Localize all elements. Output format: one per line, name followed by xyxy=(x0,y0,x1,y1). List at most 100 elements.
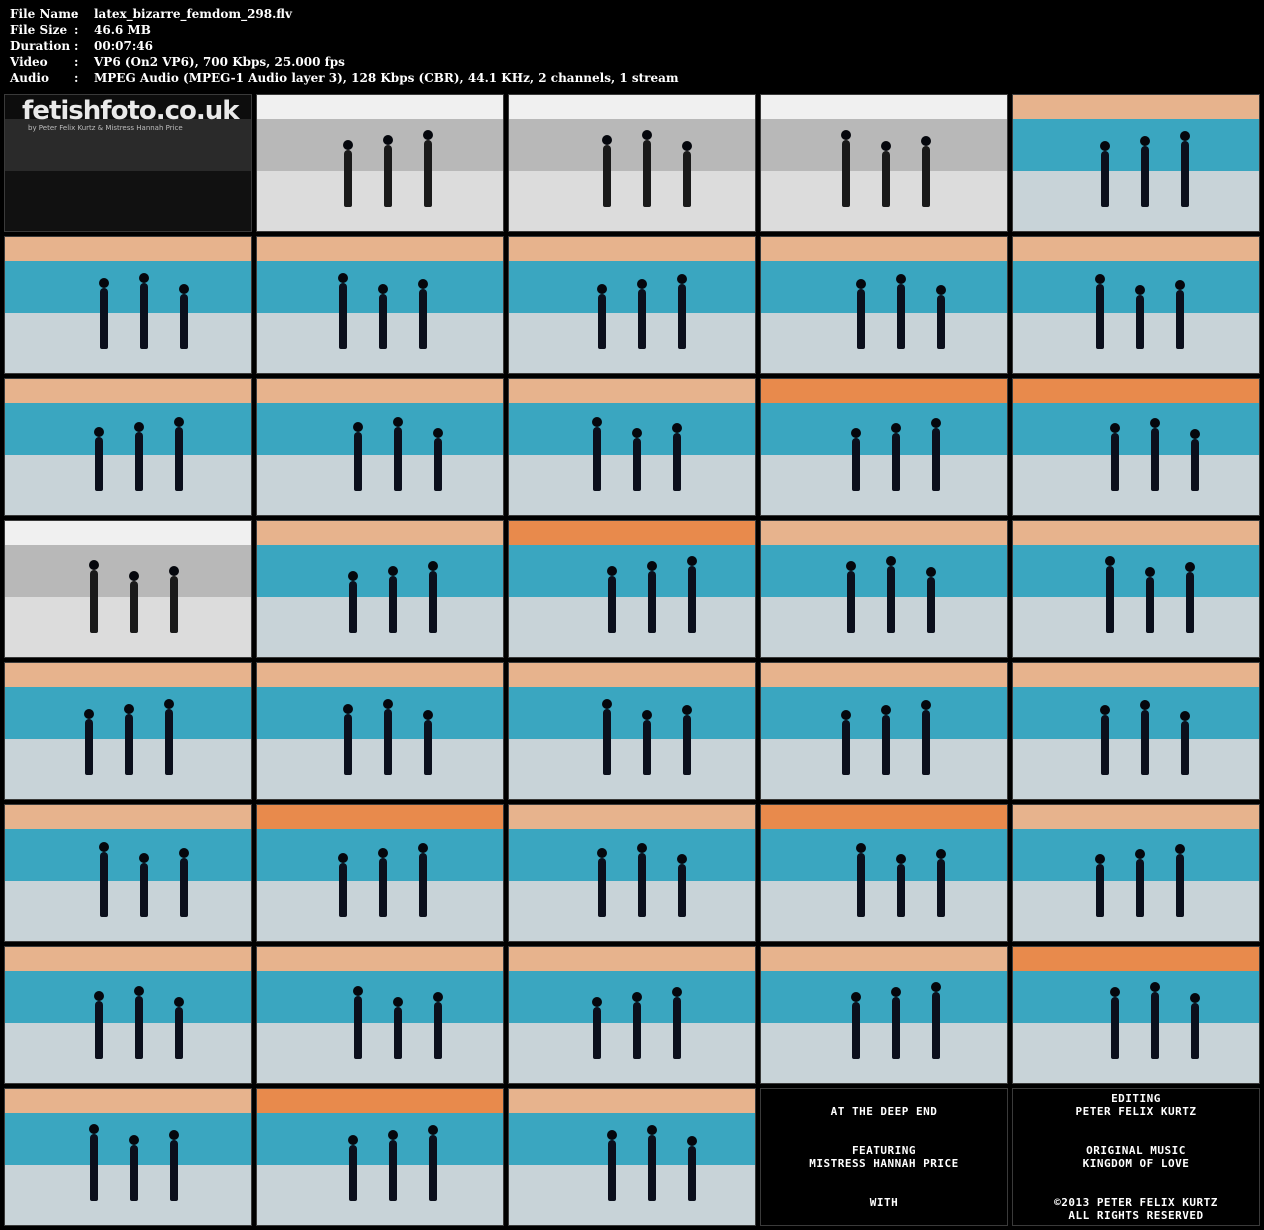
video-thumbnail xyxy=(256,520,504,658)
figure-silhouette xyxy=(926,566,936,633)
scene-region xyxy=(509,829,755,884)
video-thumbnail xyxy=(760,946,1008,1084)
figure-silhouette xyxy=(921,699,931,775)
figure-silhouette xyxy=(896,273,906,349)
figure-silhouette xyxy=(597,283,607,349)
figure-silhouette xyxy=(1150,417,1160,491)
scene-region xyxy=(1013,455,1259,515)
video-thumbnail xyxy=(508,236,756,374)
video-thumbnail xyxy=(760,520,1008,658)
scene-region xyxy=(257,687,503,742)
title-card-line: MISTRESS HANNAH PRICE xyxy=(809,1157,959,1170)
scene-region xyxy=(1013,171,1259,231)
video-thumbnail xyxy=(256,1088,504,1226)
figure-silhouette xyxy=(353,985,363,1059)
thumbnail-grid: AT THE DEEP END FEATURING MISTRESS HANNAH … xyxy=(0,0,1264,1230)
figure-silhouette xyxy=(338,272,348,349)
figure-silhouette xyxy=(592,416,602,491)
figure-silhouette xyxy=(1190,428,1200,491)
figure-silhouette xyxy=(1175,279,1185,349)
title-card-line: AT THE DEEP END xyxy=(830,1105,938,1118)
figure-silhouette xyxy=(647,1124,657,1201)
figure-silhouette xyxy=(1175,843,1185,917)
video-thumbnail xyxy=(1012,94,1260,232)
figure-silhouette xyxy=(1140,135,1150,207)
scene-region xyxy=(1013,545,1259,600)
title-card-line: FEATURING xyxy=(851,1144,917,1157)
figure-silhouette xyxy=(139,272,149,349)
figure-silhouette xyxy=(99,277,109,349)
figure-silhouette xyxy=(179,283,189,349)
figure-silhouette xyxy=(1100,140,1110,207)
title-card-line: ©2013 PETER FELIX KURTZ xyxy=(1054,1196,1218,1209)
figure-silhouette xyxy=(607,1129,617,1201)
scene-region xyxy=(509,119,755,174)
figure-silhouette xyxy=(134,421,144,491)
figure-silhouette xyxy=(129,1134,139,1201)
scene-region xyxy=(761,313,1007,373)
video-thumbnail xyxy=(4,520,252,658)
figure-silhouette xyxy=(348,570,358,633)
video-thumbnail xyxy=(256,804,504,942)
figure-silhouette xyxy=(1190,992,1200,1059)
video-thumbnail xyxy=(760,662,1008,800)
figure-silhouette xyxy=(164,698,174,775)
figure-silhouette xyxy=(89,1123,99,1201)
figure-silhouette xyxy=(637,278,647,349)
figure-silhouette xyxy=(423,129,433,207)
figure-silhouette xyxy=(383,698,393,775)
scene-region xyxy=(257,597,503,657)
scene-region xyxy=(5,403,251,458)
figure-silhouette xyxy=(84,708,94,775)
figure-silhouette xyxy=(378,283,388,349)
scene-region xyxy=(509,313,755,373)
scene-region xyxy=(257,739,503,799)
figure-silhouette xyxy=(338,852,348,917)
scene-region xyxy=(257,403,503,458)
scene-region xyxy=(5,881,251,941)
figure-silhouette xyxy=(672,986,682,1059)
figure-silhouette xyxy=(1140,699,1150,775)
figure-silhouette xyxy=(94,426,104,491)
scene-region xyxy=(257,545,503,600)
figure-silhouette xyxy=(129,570,139,633)
figure-silhouette xyxy=(174,996,184,1059)
figure-silhouette xyxy=(348,1134,358,1201)
video-thumbnail xyxy=(4,236,252,374)
figure-silhouette xyxy=(124,703,134,775)
scene-region xyxy=(1013,1023,1259,1083)
figure-silhouette xyxy=(931,981,941,1059)
scene-region xyxy=(257,1165,503,1225)
figure-silhouette xyxy=(393,416,403,491)
figure-silhouette xyxy=(637,842,647,917)
figure-silhouette xyxy=(1150,981,1160,1059)
figure-silhouette xyxy=(433,427,443,491)
figure-silhouette xyxy=(393,996,403,1059)
scene-region xyxy=(509,881,755,941)
figure-silhouette xyxy=(632,991,642,1059)
figure-silhouette xyxy=(388,565,398,633)
figure-silhouette xyxy=(1095,853,1105,917)
figure-silhouette xyxy=(841,709,851,775)
figure-silhouette xyxy=(597,847,607,917)
figure-silhouette xyxy=(1105,555,1115,633)
figure-silhouette xyxy=(139,852,149,917)
title-card-line: ORIGINAL MUSIC xyxy=(1086,1144,1186,1157)
figure-silhouette xyxy=(169,565,179,633)
figure-silhouette xyxy=(174,416,184,491)
figure-silhouette xyxy=(418,278,428,349)
scene-region xyxy=(1013,403,1259,458)
figure-silhouette xyxy=(169,1129,179,1201)
scene-region xyxy=(509,455,755,515)
scene-region xyxy=(1013,119,1259,174)
figure-silhouette xyxy=(383,134,393,207)
figure-silhouette xyxy=(642,129,652,207)
figure-silhouette xyxy=(1100,704,1110,775)
video-thumbnail xyxy=(256,662,504,800)
scene-region xyxy=(257,171,503,231)
figure-silhouette xyxy=(856,278,866,349)
scene-region xyxy=(761,1023,1007,1083)
figure-silhouette xyxy=(1180,710,1190,775)
video-thumbnail xyxy=(508,94,756,232)
figure-silhouette xyxy=(343,139,353,207)
